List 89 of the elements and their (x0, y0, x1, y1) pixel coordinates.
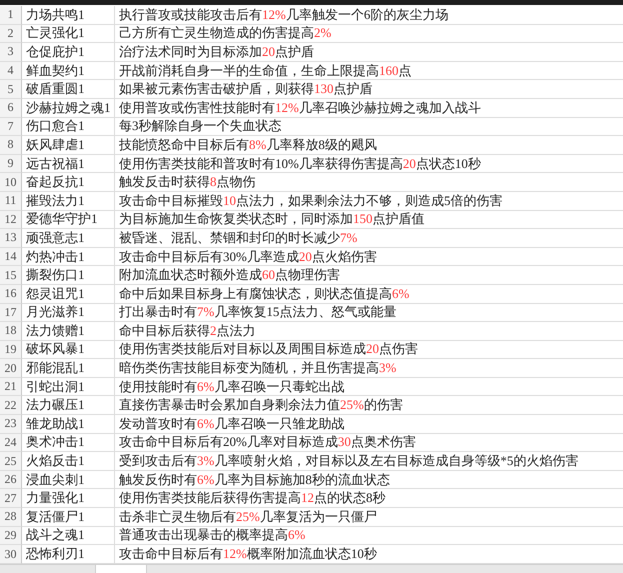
row-number: 8 (0, 136, 22, 155)
table-cell: 攻击命中目标后有30%几率造成20点火焰伤害 (115, 248, 623, 266)
table-cell: 开战前消耗自身一半的生命值，生命上限提高160点 (115, 62, 623, 80)
row-number: 30 (0, 545, 22, 564)
table-cell: 执行普攻或技能攻击后有12%几率触发一个6阶的灰尘力场 (115, 6, 623, 25)
row-number: 25 (0, 452, 22, 471)
table-cell: 附加流血状态时额外造成60点物理伤害 (115, 266, 623, 285)
table-cell: 伤口愈合1 (22, 118, 115, 136)
table-cell: 为目标施加生命恢复类状态时，同时添加150点护盾值 (115, 210, 623, 230)
row-number: 4 (0, 62, 22, 80)
table-cell: 命中后如果目标身上有腐蚀状态，则状态值提高6% (115, 284, 623, 304)
table-cell: 亡灵强化1 (22, 24, 115, 44)
table-cell: 己方所有亡灵生物造成的伤害提高2% (115, 24, 623, 44)
row-number: 28 (0, 508, 22, 527)
row-number: 24 (0, 434, 22, 452)
table-cell: 火焰反击1 (22, 452, 115, 471)
table-cell: 沙赫拉姆之魂1 (22, 98, 115, 118)
table-cell: 使用伤害类技能后获得伤害提高12点的状态8秒 (115, 489, 623, 508)
table-cell: 战斗之魂1 (22, 526, 115, 546)
table-cell: 摧毁法力1 (22, 192, 115, 211)
row-number: 9 (0, 154, 22, 174)
table-cell: 引蛇出洞1 (22, 378, 115, 396)
row-number: 27 (0, 489, 22, 508)
row-number: 7 (0, 118, 22, 136)
table-cell: 命中目标后获得2点法力 (115, 322, 623, 341)
sheet-tab[interactable] (95, 564, 147, 573)
table-cell: 雏龙助战1 (22, 415, 115, 434)
table-cell: 仓促庇护1 (22, 43, 115, 62)
table-cell: 触发反伤时有6%几率为目标施加8秒的流血状态 (115, 470, 623, 490)
row-number: 21 (0, 378, 22, 396)
table-cell: 暗伤类伤害技能目标变为随机，并且伤害提高3% (115, 359, 623, 378)
table-cell: 力量强化1 (22, 489, 115, 508)
table-cell: 如果被元素伤害击破护盾，则获得130点护盾 (115, 80, 623, 99)
row-number: 29 (0, 526, 22, 546)
table-cell: 发动普攻时有6%几率召唤一只雏龙助战 (115, 415, 623, 434)
row-number: 23 (0, 415, 22, 434)
table-cell: 怨灵诅咒1 (22, 284, 115, 304)
row-number: 11 (0, 192, 22, 211)
table-cell: 触发反击时获得8点物伤 (115, 173, 623, 192)
table-cell: 撕裂伤口1 (22, 266, 115, 285)
row-number: 26 (0, 470, 22, 490)
row-number: 19 (0, 340, 22, 360)
table-cell: 使用伤害类技能后对目标以及周围目标造成20点伤害 (115, 340, 623, 360)
table-cell: 每3秒解除自身一个失血状态 (115, 118, 623, 136)
row-number: 12 (0, 210, 22, 230)
table-cell: 技能愤怒命中目标后有8%几率释放8级的飓风 (115, 136, 623, 155)
table-cell: 受到攻击后有3%几率喷射火焰，对目标以及左右目标造成自身等级*5的火焰伤害 (115, 452, 623, 471)
table-cell: 爱德华守护1 (22, 210, 115, 230)
row-number: 22 (0, 396, 22, 416)
table-cell: 邪能混乱1 (22, 359, 115, 378)
table-cell: 打出暴击时有7%几率恢复15点法力、怒气或能量 (115, 304, 623, 322)
table-cell: 远古祝福1 (22, 154, 115, 174)
row-number: 15 (0, 266, 22, 285)
table-cell: 治疗法术同时为目标添加20点护盾 (115, 43, 623, 62)
table-cell: 使用技能时有6%几率召唤一只毒蛇出战 (115, 378, 623, 396)
table-cell: 复活僵尸1 (22, 508, 115, 527)
table-cell: 灼热冲击1 (22, 248, 115, 266)
table-cell: 攻击命中目标摧毁10点法力，如果剩余法力不够，则造成5倍的伤害 (115, 192, 623, 211)
row-number: 2 (0, 24, 22, 44)
table-cell: 破坏风暴1 (22, 340, 115, 360)
table-cell: 妖风肆虐1 (22, 136, 115, 155)
row-number: 16 (0, 284, 22, 304)
row-number: 18 (0, 322, 22, 341)
row-number: 6 (0, 98, 22, 118)
table-cell: 顽强意志1 (22, 229, 115, 248)
table-cell: 月光滋养1 (22, 304, 115, 322)
row-number: 3 (0, 43, 22, 62)
row-number: 13 (0, 229, 22, 248)
table-cell: 法力馈赠1 (22, 322, 115, 341)
table-cell: 攻击命中目标后有20%几率对目标造成30点奥术伤害 (115, 434, 623, 452)
row-number: 14 (0, 248, 22, 266)
row-number: 5 (0, 80, 22, 99)
table-cell: 使用伤害类技能和普攻时有10%几率获得伤害提高20点状态10秒 (115, 154, 623, 174)
row-number: 1 (0, 6, 22, 25)
row-number: 17 (0, 304, 22, 322)
row-number: 10 (0, 173, 22, 192)
table-cell: 直接伤害暴击时会累加自身剩余法力值25%的伤害 (115, 396, 623, 416)
table-cell: 奥术冲击1 (22, 434, 115, 452)
table-cell: 普通攻击出现暴击的概率提高6% (115, 526, 623, 546)
table-cell: 法力碾压1 (22, 396, 115, 416)
row-number: 20 (0, 359, 22, 378)
table-cell: 浸血尖刺1 (22, 470, 115, 490)
table-cell: 破盾重圆1 (22, 80, 115, 99)
table-cell: 力场共鸣1 (22, 6, 115, 25)
table-cell: 被昏迷、混乱、禁锢和封印的时长减少7% (115, 229, 623, 248)
table-cell: 鲜血契约1 (22, 62, 115, 80)
table-cell: 击杀非亡灵生物后有25%几率复活为一只僵尸 (115, 508, 623, 527)
table-cell: 奋起反抗1 (22, 173, 115, 192)
table-cell: 使用普攻或伤害性技能时有12%几率召唤沙赫拉姆之魂加入战斗 (115, 98, 623, 118)
